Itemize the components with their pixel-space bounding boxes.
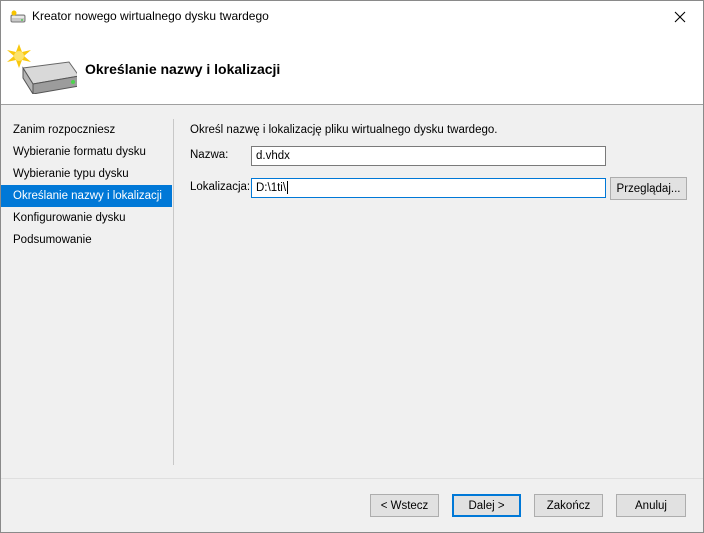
back-button[interactable]: < Wstecz bbox=[370, 494, 439, 517]
step-choose-disk-format[interactable]: Wybieranie formatu dysku bbox=[1, 141, 172, 163]
title-bar: Kreator nowego wirtualnego dysku twardeg… bbox=[1, 1, 703, 32]
finish-button[interactable]: Zakończ bbox=[534, 494, 603, 517]
step-choose-disk-type[interactable]: Wybieranie typu dysku bbox=[1, 163, 172, 185]
disk-icon bbox=[10, 10, 26, 24]
step-configure-disk[interactable]: Konfigurowanie dysku bbox=[1, 207, 172, 229]
name-label: Nazwa: bbox=[190, 149, 229, 161]
name-value: d.vhdx bbox=[256, 150, 290, 162]
next-button[interactable]: Dalej > bbox=[452, 494, 521, 517]
virtual-disk-icon bbox=[5, 42, 80, 96]
close-button[interactable] bbox=[657, 1, 703, 32]
location-value: D:\1ti\ bbox=[256, 182, 287, 194]
instruction-text: Określ nazwę i lokalizację pliku wirtual… bbox=[190, 124, 498, 136]
cancel-button[interactable]: Anuluj bbox=[616, 494, 686, 517]
wizard-header: Określanie nazwy i lokalizacji bbox=[1, 32, 703, 105]
window-title: Kreator nowego wirtualnego dysku twardeg… bbox=[32, 9, 269, 23]
step-before-you-begin[interactable]: Zanim rozpoczniesz bbox=[1, 119, 172, 141]
close-icon bbox=[674, 11, 686, 22]
browse-button[interactable]: Przeglądaj... bbox=[610, 177, 687, 200]
text-caret bbox=[287, 181, 289, 195]
nav-divider bbox=[173, 119, 174, 465]
location-label: Lokalizacja: bbox=[190, 181, 251, 193]
wizard-steps-nav: Zanim rozpoczniesz Wybieranie formatu dy… bbox=[1, 119, 173, 251]
step-specify-name-location[interactable]: Określanie nazwy i lokalizacji bbox=[1, 185, 172, 207]
footer-divider bbox=[1, 478, 703, 479]
page-title: Określanie nazwy i lokalizacji bbox=[85, 61, 281, 77]
wizard-window: Kreator nowego wirtualnego dysku twardeg… bbox=[0, 0, 704, 533]
step-summary[interactable]: Podsumowanie bbox=[1, 229, 172, 251]
name-field[interactable]: d.vhdx bbox=[251, 146, 606, 166]
location-field[interactable]: D:\1ti\ bbox=[251, 178, 606, 198]
